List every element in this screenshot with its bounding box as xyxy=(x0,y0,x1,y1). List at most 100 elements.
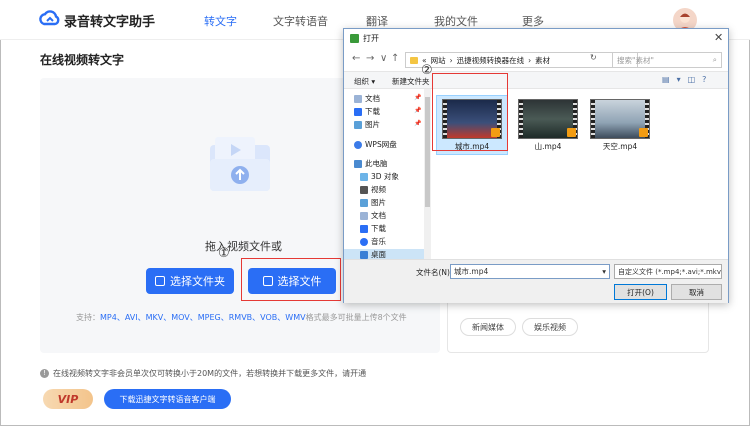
view-mode-icon[interactable]: ▤ xyxy=(662,75,670,84)
tree-label: 音乐 xyxy=(371,237,386,246)
organize-menu[interactable]: 组织 ▾ xyxy=(354,76,375,87)
breadcrumb-site[interactable]: 网站 xyxy=(431,55,446,66)
tree-label: 3D 对象 xyxy=(371,172,399,181)
document-icon xyxy=(354,94,362,103)
back-arrow-icon[interactable]: ← xyxy=(352,53,360,64)
film-strip-icon xyxy=(519,100,523,138)
video-icon xyxy=(360,185,368,194)
nav-translate[interactable]: 翻译 xyxy=(366,13,388,29)
folder-icon xyxy=(410,56,418,64)
recent-dropdown-icon[interactable]: ∨ xyxy=(380,53,387,64)
tree-item-videos[interactable]: 视频 xyxy=(360,184,386,195)
pin-icon: 📌 xyxy=(414,120,422,127)
search-input[interactable]: 搜索"素材" ⌕ xyxy=(612,52,722,68)
cloud-icon xyxy=(354,140,362,149)
picture-icon xyxy=(354,120,362,129)
desktop-icon xyxy=(360,250,368,259)
folder-upload-icon xyxy=(155,276,165,286)
help-icon[interactable]: ? xyxy=(702,75,706,84)
file-item-sky[interactable]: 天空.mp4 xyxy=(584,95,656,155)
support-formats: MP4、AVI、MKV、MOV、MPEG、RMVB、VOB、WMV xyxy=(100,313,306,322)
pin-icon: 📌 xyxy=(414,107,422,114)
filename-value: 城市.mp4 xyxy=(454,267,489,276)
tree-item-documents-pinned[interactable]: 文档 xyxy=(354,93,380,104)
tree-label: 下载 xyxy=(365,107,380,116)
film-strip-icon xyxy=(591,100,595,138)
tree-item-documents[interactable]: 文档 xyxy=(360,210,386,221)
refresh-icon[interactable]: ↻ xyxy=(590,53,597,62)
computer-icon xyxy=(354,159,362,168)
select-folder-button[interactable]: 选择文件夹 xyxy=(146,268,234,294)
breadcrumb-material[interactable]: 素材 xyxy=(535,55,550,66)
video-thumbnail-mountain xyxy=(518,99,578,139)
tree-label: WPS网盘 xyxy=(365,140,397,149)
download-icon xyxy=(360,224,368,233)
address-bar[interactable]: « 网站 › 迅捷视频转换器在线 › 素材 xyxy=(405,52,638,68)
dialog-titlebar: 打开 ✕ xyxy=(344,29,728,49)
page-title: 在线视频转文字 xyxy=(40,53,125,67)
file-open-dialog: 打开 ✕ ← → ∨ ↑ « 网站 › 迅捷视频转换器在线 › 素材 ↻ 搜索"… xyxy=(343,28,729,303)
nav-my-files[interactable]: 我的文件 xyxy=(434,13,478,29)
tree-label: 视频 xyxy=(371,185,386,194)
tree-label: 下载 xyxy=(371,224,386,233)
support-prefix: 支持： xyxy=(76,313,100,322)
tree-item-downloads[interactable]: 下载 xyxy=(360,223,386,234)
tree-item-pictures[interactable]: 图片 xyxy=(360,197,386,208)
cancel-button[interactable]: 取消 xyxy=(671,284,722,300)
support-formats-line: 支持：MP4、AVI、MKV、MOV、MPEG、RMVB、VOB、WMV格式最多… xyxy=(76,312,407,323)
tree-item-3d-objects[interactable]: 3D 对象 xyxy=(360,171,399,182)
filename-input[interactable]: 城市.mp4 ▾ xyxy=(450,264,610,279)
forward-arrow-icon[interactable]: → xyxy=(366,53,374,64)
tree-scrollbar-thumb[interactable] xyxy=(425,97,430,207)
download-icon xyxy=(354,107,362,116)
info-icon: ! xyxy=(40,369,49,378)
annotation-step-2: ② xyxy=(421,63,433,78)
open-button[interactable]: 打开(O) xyxy=(614,284,667,300)
annotation-step-1: ① xyxy=(218,246,230,261)
play-icon xyxy=(639,128,648,137)
chevron-down-icon[interactable]: ▾ xyxy=(602,267,606,276)
preview-pane-icon[interactable]: ◫ xyxy=(688,75,696,84)
tree-item-desktop[interactable]: 桌面 xyxy=(344,249,424,259)
app-logo-icon xyxy=(39,10,60,26)
up-arrow-icon[interactable]: ↑ xyxy=(391,53,399,64)
dialog-address-row: ← → ∨ ↑ « 网站 › 迅捷视频转换器在线 › 素材 ↻ 搜索"素材" ⌕ xyxy=(344,49,728,71)
app-title: 录音转文字助手 xyxy=(64,15,156,30)
breadcrumb-converter[interactable]: 迅捷视频转换器在线 xyxy=(457,55,525,66)
tree-item-pictures-pinned[interactable]: 图片 xyxy=(354,119,380,130)
support-suffix: 格式最多可批量上传8个文件 xyxy=(305,313,407,322)
play-icon xyxy=(567,128,576,137)
tree-item-downloads-pinned[interactable]: 下载 xyxy=(354,106,380,117)
tag-news-media[interactable]: 新闻媒体 xyxy=(460,318,516,336)
picture-icon xyxy=(360,198,368,207)
tag-entertainment-video[interactable]: 娱乐视频 xyxy=(522,318,578,336)
navigation-tree: 文档 📌 下载 📌 图片 📌 WPS网盘 此电脑 3D 对象 视频 图片 文档 … xyxy=(344,89,431,259)
music-icon xyxy=(360,237,368,246)
vip-badge[interactable]: VIP xyxy=(43,389,93,409)
breadcrumb-sep-1: › xyxy=(449,55,453,65)
file-item-mountain[interactable]: 山.mp4 xyxy=(512,95,584,155)
cube-icon xyxy=(360,172,368,181)
dialog-app-icon xyxy=(350,34,359,43)
document-icon xyxy=(360,211,368,220)
filetype-select[interactable]: 自定义文件 (*.mp4;*.avi;*.mkv xyxy=(614,264,722,279)
tree-label: 此电脑 xyxy=(365,159,388,168)
download-client-button[interactable]: 下载迅捷文字转语音客户端 xyxy=(104,389,231,409)
search-icon: ⌕ xyxy=(712,55,717,64)
highlight-box-file-city xyxy=(432,73,508,151)
view-controls: ▤ ▾ ◫ ? xyxy=(662,75,706,84)
dialog-close-button[interactable]: ✕ xyxy=(714,31,723,44)
nav-convert-text[interactable]: 转文字 xyxy=(204,13,237,29)
view-dropdown-icon[interactable]: ▾ xyxy=(677,75,681,84)
nav-text-to-speech[interactable]: 文字转语音 xyxy=(273,13,328,29)
tree-item-music[interactable]: 音乐 xyxy=(360,236,386,247)
file-name: 山.mp4 xyxy=(534,142,562,151)
tree-label: 图片 xyxy=(365,120,380,129)
video-thumbnail-sky xyxy=(590,99,650,139)
filename-label: 文件名(N): xyxy=(416,268,453,277)
tree-item-this-pc[interactable]: 此电脑 xyxy=(354,158,388,169)
tree-label: 文档 xyxy=(371,211,386,220)
tree-item-wps-cloud[interactable]: WPS网盘 xyxy=(354,139,397,150)
nav-more[interactable]: 更多 xyxy=(522,13,544,29)
search-placeholder: 搜索"素材" xyxy=(617,55,654,65)
